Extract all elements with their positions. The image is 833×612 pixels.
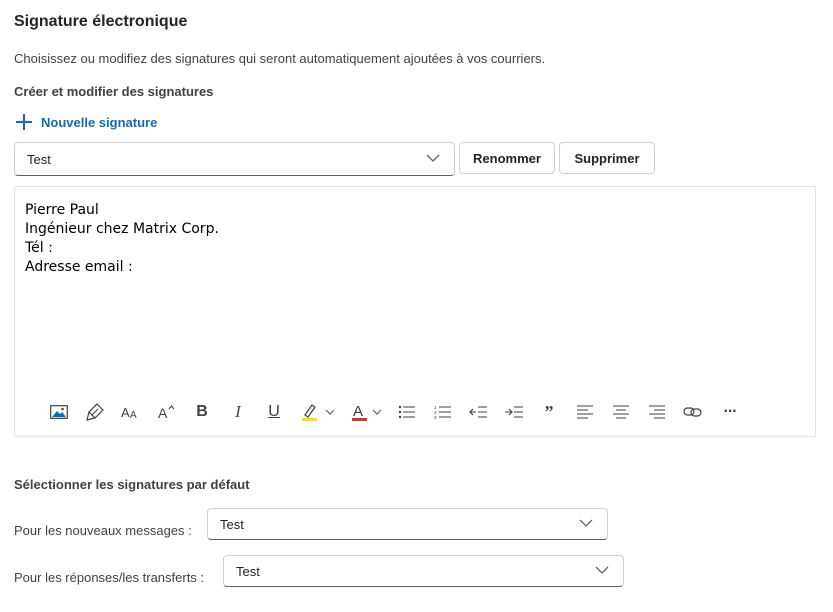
chevron-down-icon <box>579 519 593 527</box>
formatting-toolbar: AA A B I U A 123 ” ··· <box>29 399 809 425</box>
grow-font-icon[interactable]: A <box>157 399 177 425</box>
format-painter-icon[interactable] <box>85 399 105 425</box>
signature-select-value: Test <box>27 151 51 167</box>
editor-line: Pierre Paul <box>25 202 99 218</box>
insert-image-icon[interactable] <box>49 399 69 425</box>
editor-line: Ingénieur chez Matrix Corp. <box>25 221 219 237</box>
svg-text:3: 3 <box>434 415 437 419</box>
replies-forwards-label: Pour les réponses/les transferts : <box>14 570 205 585</box>
new-signature-button[interactable]: Nouvelle signature <box>14 112 157 132</box>
delete-button[interactable]: Supprimer <box>559 142 655 174</box>
font-size-icon[interactable]: AA <box>121 399 141 425</box>
quote-icon[interactable]: ” <box>541 399 557 425</box>
more-options-icon[interactable]: ··· <box>719 399 741 425</box>
decrease-indent-icon[interactable] <box>467 399 489 425</box>
bold-icon[interactable]: B <box>193 399 211 425</box>
default-signatures-title: Sélectionner les signatures par défaut <box>14 477 250 492</box>
numbering-icon[interactable]: 123 <box>433 399 453 425</box>
svg-text:A: A <box>121 405 130 420</box>
highlight-icon[interactable] <box>299 399 341 425</box>
align-right-icon[interactable] <box>647 399 667 425</box>
chevron-down-icon <box>426 154 440 162</box>
page-description: Choisissez ou modifiez des signatures qu… <box>14 51 546 66</box>
chevron-down-icon <box>595 566 609 574</box>
svg-text:A: A <box>353 403 363 420</box>
bullets-icon[interactable] <box>397 399 417 425</box>
align-left-icon[interactable] <box>575 399 595 425</box>
align-center-icon[interactable] <box>611 399 631 425</box>
new-messages-select[interactable]: Test <box>207 508 608 540</box>
increase-indent-icon[interactable] <box>503 399 525 425</box>
editor-line: Tél : <box>25 240 53 256</box>
replies-forwards-select[interactable]: Test <box>223 555 624 587</box>
new-messages-select-value: Test <box>220 516 244 532</box>
replies-forwards-select-value: Test <box>236 563 260 579</box>
plus-icon <box>14 112 34 132</box>
page-title: Signature électronique <box>14 13 188 30</box>
signature-editor-content[interactable]: Pierre Paul Ingénieur chez Matrix Corp. … <box>25 201 219 277</box>
rename-button[interactable]: Renommer <box>459 142 555 174</box>
italic-icon[interactable]: I <box>229 399 247 425</box>
signature-select[interactable]: Test <box>14 142 455 176</box>
link-icon[interactable] <box>683 399 703 425</box>
signature-editor[interactable]: Pierre Paul Ingénieur chez Matrix Corp. … <box>14 186 816 437</box>
new-messages-label: Pour les nouveaux messages : <box>14 523 192 538</box>
new-signature-label: Nouvelle signature <box>41 114 158 130</box>
svg-text:A: A <box>158 405 168 420</box>
section-title: Créer et modifier des signatures <box>14 84 214 99</box>
font-color-icon[interactable]: A <box>349 399 391 425</box>
svg-text:A: A <box>130 410 137 420</box>
underline-icon[interactable]: U <box>265 399 283 425</box>
editor-line: Adresse email : <box>25 259 133 275</box>
